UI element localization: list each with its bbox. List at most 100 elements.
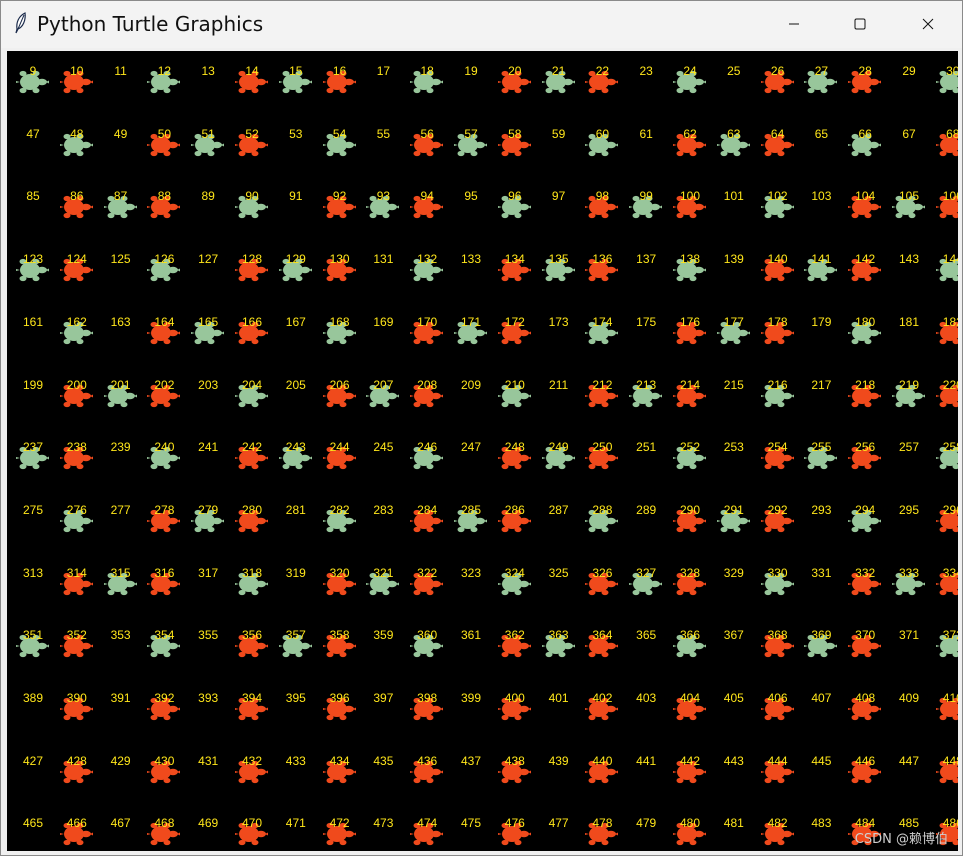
cell-number: 351: [22, 628, 44, 643]
cell-number: 433: [285, 753, 306, 768]
cell-number: 87: [113, 189, 128, 204]
cell-number: 91: [289, 189, 303, 204]
cell-number: 202: [154, 377, 175, 392]
cell-number: 390: [66, 691, 87, 705]
cell-number: 368: [767, 628, 788, 643]
cell-number: 371: [898, 628, 920, 643]
cell-number: 106: [942, 189, 958, 204]
cell-number: 365: [636, 628, 657, 643]
cell-number: 364: [592, 628, 613, 643]
cell-number: 363: [548, 628, 569, 643]
cell-number: 85: [26, 189, 40, 204]
cell-number: 279: [198, 502, 219, 517]
cell-number: 243: [285, 440, 306, 455]
cell-number: 214: [679, 377, 701, 392]
cell-number: 326: [592, 565, 613, 580]
cell-number: 330: [767, 565, 788, 580]
close-icon: [922, 18, 934, 30]
cell-number: 395: [285, 691, 306, 705]
cell-number: 124: [66, 252, 87, 267]
cell-number: 12: [157, 64, 172, 78]
cell-number: 24: [683, 64, 697, 78]
cell-number: 361: [460, 628, 482, 643]
cell-number: 58: [508, 126, 522, 141]
cell-number: 389: [22, 691, 44, 705]
cell-number: 86: [70, 189, 84, 204]
cell-number: 208: [417, 377, 438, 392]
cell-number: 314: [66, 565, 87, 580]
cell-number: 144: [942, 252, 958, 267]
turtle-canvas[interactable]: CSDN @赖博伯 9 10 11 12 13 14 15 16 17 18 1…: [7, 51, 958, 851]
cell-number: 401: [548, 691, 569, 705]
cell-number: 56: [420, 126, 434, 141]
title-bar[interactable]: Python Turtle Graphics: [1, 1, 962, 48]
cell-number: 366: [679, 628, 701, 643]
cell-number: 400: [504, 691, 525, 705]
cell-number: 143: [898, 252, 920, 267]
cell-number: 352: [66, 628, 87, 643]
cell-number: 201: [110, 377, 131, 392]
cell-number: 9: [29, 64, 37, 78]
cell-number: 288: [592, 502, 613, 517]
cell-number: 126: [154, 252, 175, 267]
cell-number: 327: [636, 565, 657, 580]
cell-number: 96: [508, 189, 522, 204]
maximize-button[interactable]: [837, 1, 883, 47]
cell-number: 175: [636, 314, 657, 329]
cell-number: 217: [811, 377, 832, 392]
cell-number: 169: [373, 314, 394, 329]
cell-number: 89: [201, 189, 215, 204]
cell-number: 216: [767, 377, 788, 392]
cell-number: 276: [66, 502, 87, 517]
cell-number: 57: [464, 126, 478, 141]
cell-number: 469: [198, 816, 219, 831]
cell-number: 64: [770, 126, 785, 141]
cell-number: 372: [942, 628, 958, 643]
cell-number: 49: [113, 126, 128, 141]
cell-number: 318: [241, 565, 263, 580]
cell-number: 245: [373, 440, 394, 455]
cell-number: 10: [70, 64, 84, 78]
cell-number: 360: [417, 628, 438, 643]
cell-number: 54: [332, 126, 347, 141]
cell-number: 21: [551, 64, 566, 78]
cell-number: 475: [460, 816, 482, 831]
cell-number: 88: [157, 189, 172, 204]
cell-number: 471: [285, 816, 306, 831]
cell-number: 293: [811, 502, 832, 517]
cell-number: 206: [329, 377, 350, 392]
cell-number: 286: [504, 502, 525, 517]
cell-number: 22: [595, 64, 610, 78]
cell-number: 241: [198, 440, 219, 455]
minimize-button[interactable]: [771, 1, 817, 47]
cell-number: 172: [504, 314, 525, 329]
cell-number: 362: [504, 628, 525, 643]
cell-number: 403: [636, 691, 657, 705]
cell-number: 210: [504, 377, 525, 392]
cell-number: 204: [241, 377, 263, 392]
cell-number: 429: [110, 753, 131, 768]
cell-number: 466: [66, 816, 87, 831]
cell-number: 282: [329, 502, 350, 517]
cell-number: 284: [417, 502, 438, 517]
cell-number: 92: [332, 189, 347, 204]
cell-number: 402: [592, 691, 613, 705]
cell-number: 478: [592, 816, 613, 831]
cell-number: 125: [110, 252, 131, 267]
cell-number: 393: [198, 691, 219, 705]
cell-number: 14: [245, 64, 259, 78]
cell-number: 252: [679, 440, 701, 455]
cell-number: 292: [767, 502, 788, 517]
cell-number: 246: [417, 440, 438, 455]
cell-number: 170: [417, 314, 438, 329]
close-button[interactable]: [905, 1, 951, 47]
cell-number: 432: [241, 753, 263, 768]
cell-number: 168: [329, 314, 350, 329]
cell-number: 353: [110, 628, 131, 643]
cell-number: 136: [592, 252, 613, 267]
cell-number: 60: [595, 126, 610, 141]
cell-number: 281: [285, 502, 306, 517]
cell-number: 438: [504, 753, 525, 768]
cell-number: 408: [855, 691, 876, 705]
cell-number: 465: [22, 816, 44, 831]
